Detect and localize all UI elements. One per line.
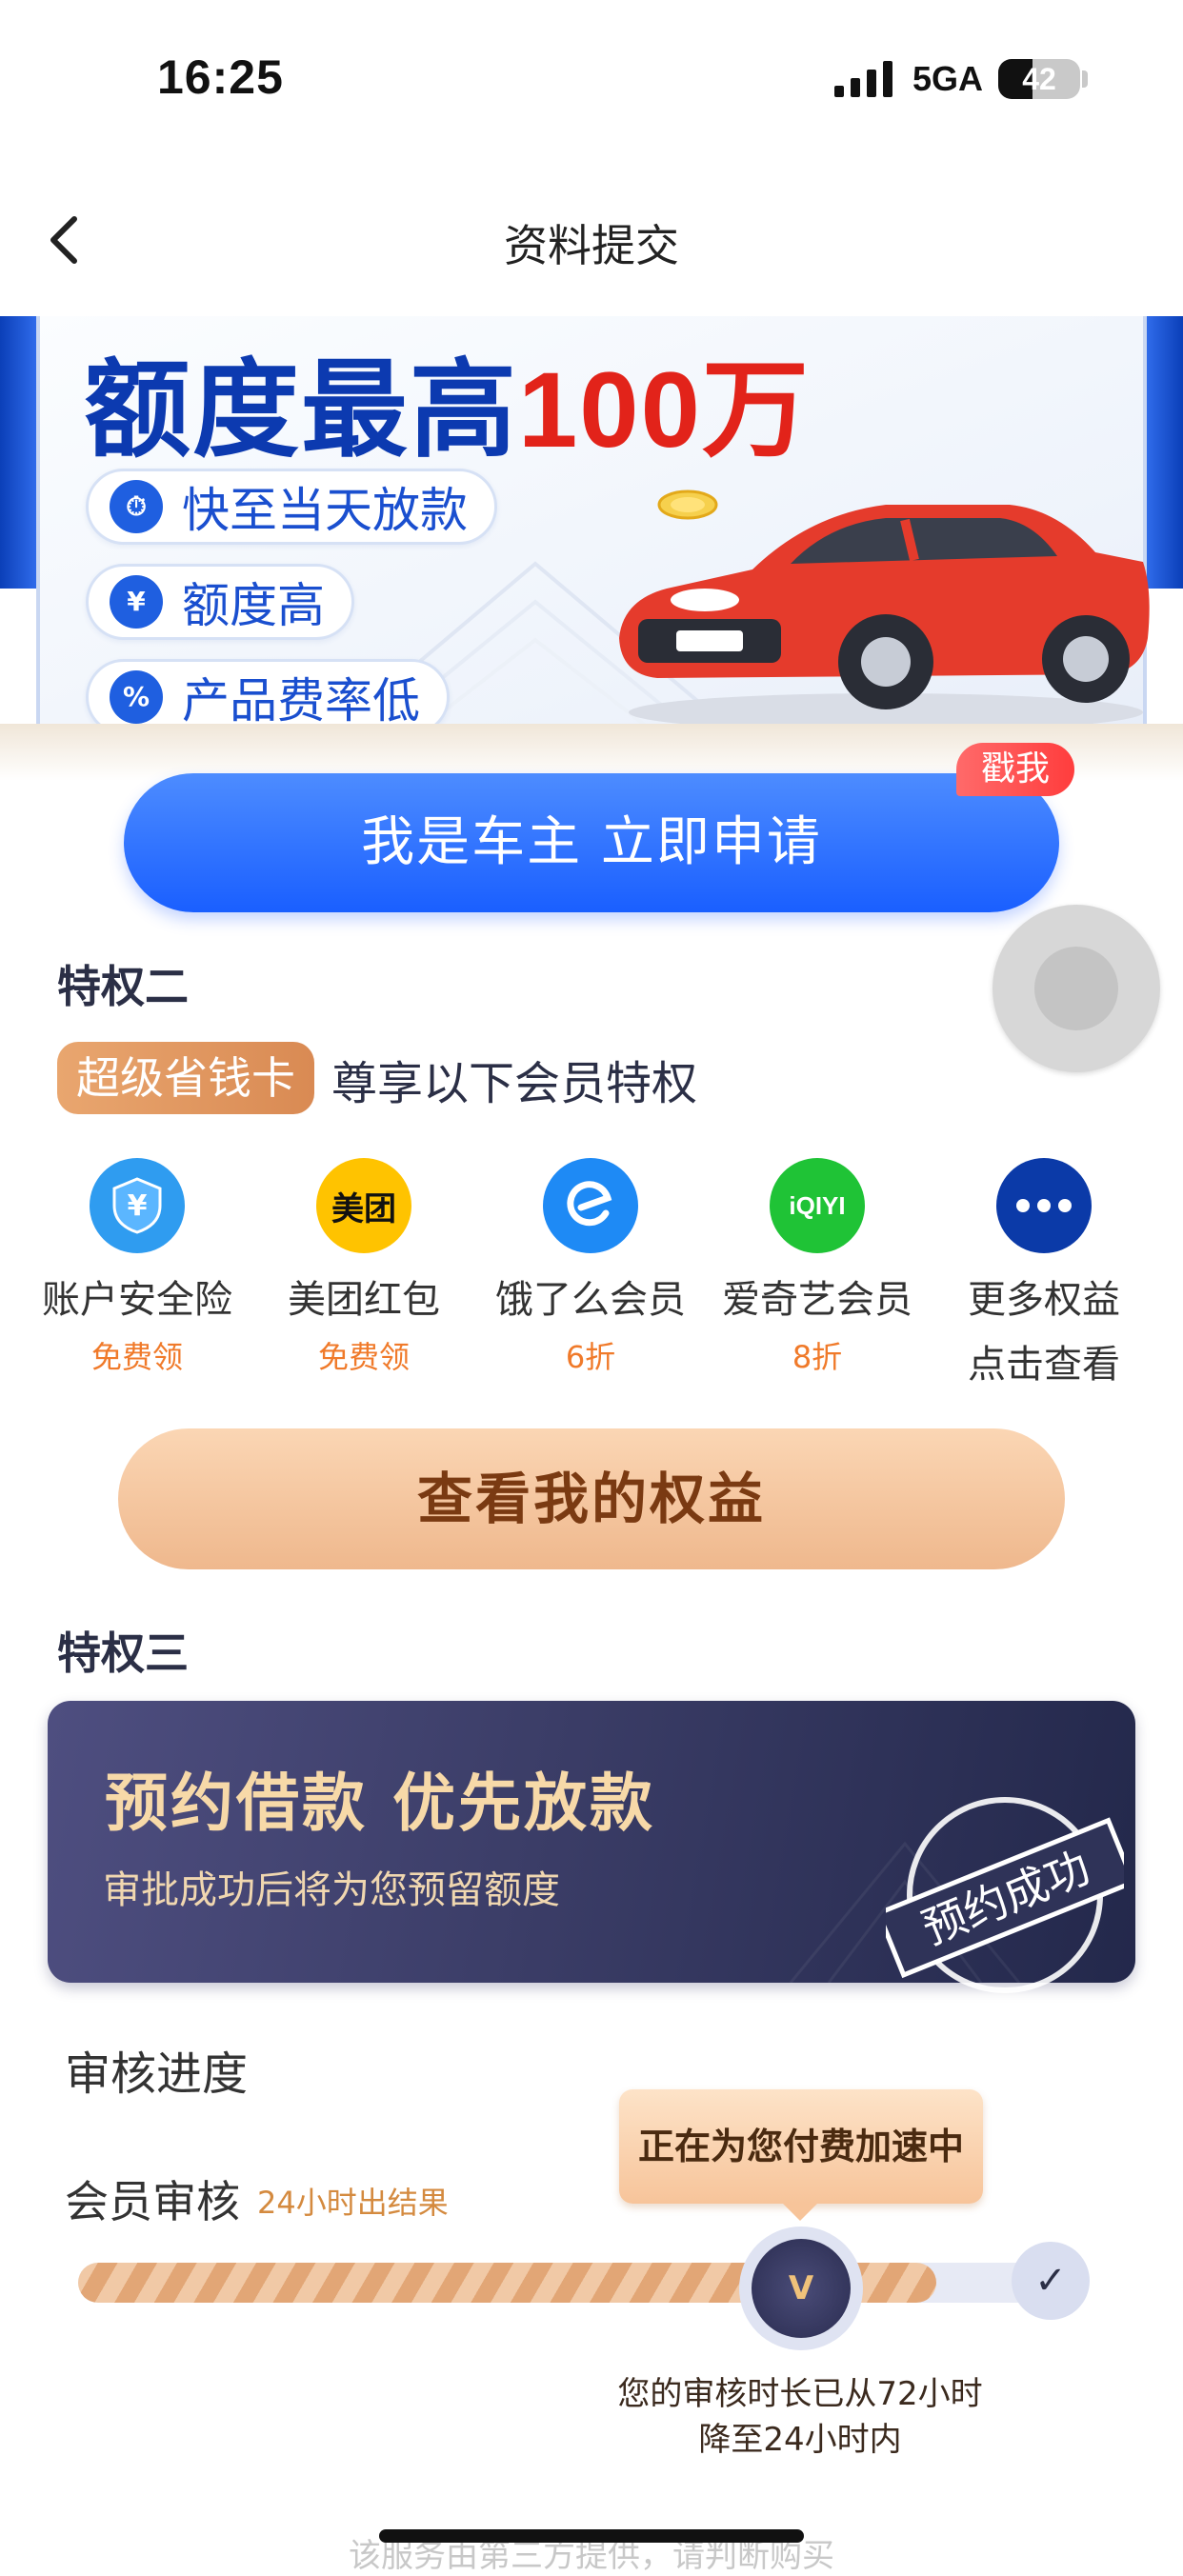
benefit-iqiyi[interactable]: iQIYI 爱奇艺会员 8折 bbox=[703, 1158, 932, 1377]
medal-letter: V bbox=[752, 2239, 851, 2338]
feature-label: 快至当天放款 bbox=[182, 483, 468, 538]
benefit-name: 美团红包 bbox=[288, 1278, 440, 1322]
signal-icon bbox=[834, 61, 892, 97]
reserve-title: 预约借款 优先放款 bbox=[105, 1767, 655, 1840]
reserved-stamp: 预约成功 bbox=[886, 1797, 1124, 1993]
reserve-subtitle: 审批成功后将为您预留额度 bbox=[103, 1868, 560, 1912]
banner-headline: 额度最高100万 bbox=[84, 324, 811, 478]
benefit-meituan[interactable]: 美团 美团红包 免费领 bbox=[250, 1158, 478, 1377]
benefit-name: 更多权益 bbox=[968, 1278, 1120, 1322]
shield-yuan-icon: ¥ bbox=[90, 1158, 185, 1253]
privilege3-title: 特权三 bbox=[57, 1627, 189, 1679]
battery-tip bbox=[1082, 70, 1088, 88]
car-illustration bbox=[619, 505, 1150, 731]
review-time-note: 您的审核时长已从72小时 降至24小时内 bbox=[571, 2371, 1029, 2463]
benefit-account-insurance[interactable]: ¥ 账户安全险 免费领 bbox=[23, 1158, 251, 1377]
stamp-text: 预约成功 bbox=[915, 1841, 1097, 1954]
bubble-arrow bbox=[781, 2202, 819, 2221]
status-time: 16:25 bbox=[157, 50, 284, 104]
meituan-icon: 美团 bbox=[316, 1158, 411, 1253]
yuan-up-icon: ¥ bbox=[110, 575, 163, 629]
benefit-name: 饿了么会员 bbox=[495, 1278, 686, 1322]
speed-up-bubble: 正在为您付费加速中 bbox=[619, 2089, 983, 2204]
benefit-sub: 6折 bbox=[565, 1339, 616, 1375]
benefit-name: 账户安全险 bbox=[42, 1278, 232, 1322]
progress-title: 审核进度 bbox=[65, 2047, 249, 2101]
benefit-sub: 免费领 bbox=[317, 1339, 410, 1375]
time-note-line2: 降至24小时内 bbox=[698, 2421, 902, 2459]
floating-button-core bbox=[1034, 947, 1118, 1030]
network-label: 5GA bbox=[912, 59, 984, 98]
feature-label: 产品费率低 bbox=[182, 673, 420, 729]
vip-medal-icon: V bbox=[739, 2227, 863, 2350]
headline-text: 额度最高 bbox=[84, 349, 518, 472]
benefit-more[interactable]: 更多权益 点击查看 bbox=[930, 1158, 1158, 1388]
floating-assistive-button[interactable] bbox=[993, 905, 1160, 1072]
benefit-sub: 点击查看 bbox=[968, 1343, 1120, 1387]
privilege2-title: 特权二 bbox=[57, 961, 189, 1012]
headline-amount: 100万 bbox=[518, 350, 811, 469]
feature-label: 额度高 bbox=[182, 578, 325, 633]
member-review-label: 会员审核 bbox=[65, 2176, 240, 2227]
banner-side-left bbox=[0, 316, 36, 589]
feature-pill-fast: ⏱ 快至当天放款 bbox=[86, 469, 497, 545]
more-dots-icon bbox=[996, 1158, 1092, 1253]
check-icon: ✓ bbox=[1012, 2242, 1090, 2320]
home-indicator[interactable] bbox=[379, 2529, 804, 2543]
page-title: 资料提交 bbox=[504, 220, 679, 271]
saver-card-tag: 超级省钱卡 bbox=[57, 1042, 314, 1114]
saver-card-desc: 尊享以下会员特权 bbox=[331, 1057, 698, 1110]
battery-level: 42 bbox=[1022, 62, 1056, 96]
benefit-eleme[interactable]: 饿了么会员 6折 bbox=[476, 1158, 705, 1377]
percent-down-icon: % bbox=[110, 670, 163, 724]
benefit-name: 爱奇艺会员 bbox=[722, 1278, 912, 1322]
benefit-sub: 免费领 bbox=[90, 1339, 183, 1375]
poke-tag[interactable]: 戳我 bbox=[956, 743, 1074, 796]
battery-icon: 42 bbox=[998, 59, 1080, 99]
time-note-line1: 您的审核时长已从72小时 bbox=[617, 2375, 983, 2413]
svg-text:¥: ¥ bbox=[128, 1189, 148, 1223]
clock-lightning-icon: ⏱ bbox=[110, 480, 163, 533]
eleme-icon bbox=[543, 1158, 638, 1253]
apply-button[interactable]: 我是车主 立即申请 bbox=[124, 773, 1059, 912]
member-review-note: 24小时出结果 bbox=[257, 2185, 449, 2221]
iqiyi-icon: iQIYI bbox=[770, 1158, 865, 1253]
benefit-sub: 8折 bbox=[792, 1339, 843, 1375]
feature-pill-limit: ¥ 额度高 bbox=[86, 564, 354, 640]
view-rights-button[interactable]: 查看我的权益 bbox=[118, 1428, 1065, 1569]
